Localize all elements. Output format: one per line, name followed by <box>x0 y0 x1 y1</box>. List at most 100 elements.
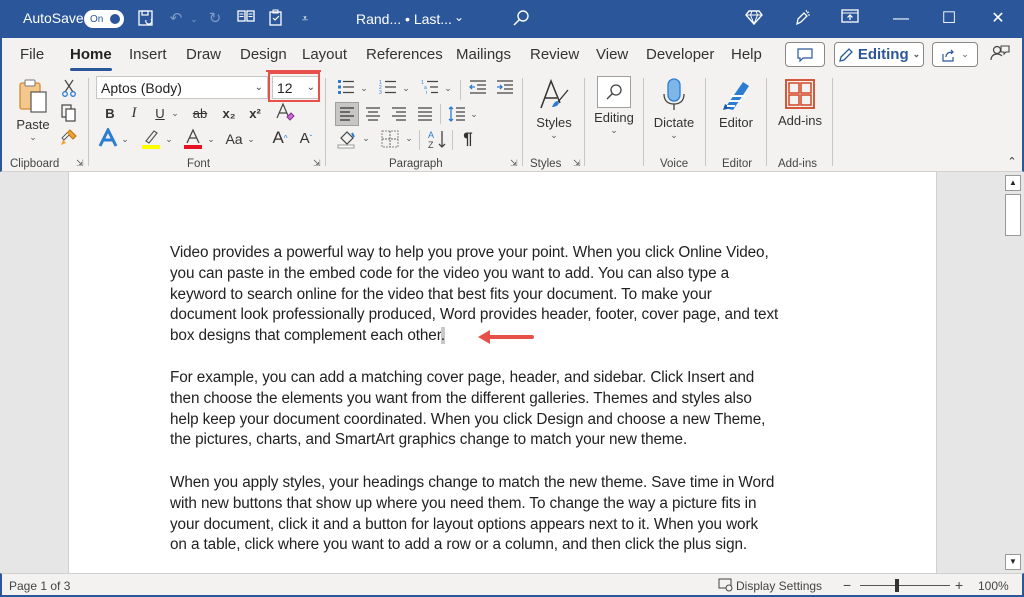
display-settings-icon[interactable] <box>718 578 734 595</box>
underline-dropdown-icon[interactable]: ⌄ <box>170 104 180 122</box>
pen-icon[interactable] <box>792 9 812 29</box>
zoom-in-button[interactable]: + <box>955 577 963 593</box>
format-painter-icon[interactable] <box>60 127 78 147</box>
chevron-down-icon[interactable]: ⌄ <box>361 130 371 146</box>
font-family-select[interactable]: Aptos (Body) ⌄ <box>96 76 268 99</box>
zoom-slider-track[interactable] <box>860 585 950 586</box>
shading-icon[interactable] <box>336 128 358 150</box>
maximize-button[interactable]: ☐ <box>926 0 972 38</box>
bullets-icon[interactable] <box>336 78 356 96</box>
tab-developer[interactable]: Developer <box>646 46 714 63</box>
customize-qat-icon[interactable]: ⩡ <box>295 9 315 29</box>
multilevel-list-icon[interactable]: 1ai <box>420 78 440 96</box>
increase-indent-icon[interactable] <box>495 78 515 96</box>
tab-mailings[interactable]: Mailings <box>456 46 511 63</box>
chevron-down-icon[interactable]: ⌄ <box>206 130 216 148</box>
close-button[interactable]: ✕ <box>975 0 1021 38</box>
font-launcher-icon[interactable]: ⇲ <box>313 158 321 169</box>
zoom-out-button[interactable]: − <box>843 577 851 593</box>
chevron-down-icon[interactable]: ⌄ <box>164 130 174 148</box>
ribbon-display-icon[interactable] <box>840 9 860 29</box>
comments-button[interactable] <box>785 42 825 67</box>
undo-dropdown-icon[interactable]: ⌄ <box>184 9 204 29</box>
align-right-button[interactable] <box>388 102 410 126</box>
document-title[interactable]: Rand... • Last... <box>356 11 452 27</box>
chevron-down-icon[interactable]: ⌄ <box>401 80 411 96</box>
chevron-down-icon[interactable]: ⌄ <box>359 80 369 96</box>
decrease-indent-icon[interactable] <box>468 78 488 96</box>
tab-draw[interactable]: Draw <box>186 46 221 63</box>
tab-layout[interactable]: Layout <box>302 46 347 63</box>
sort-icon[interactable]: AZ <box>426 128 448 150</box>
tab-review[interactable]: Review <box>530 46 579 63</box>
styles-button[interactable]: Styles ⌄ <box>530 78 578 141</box>
change-case-button[interactable]: Aa <box>222 130 246 148</box>
borders-icon[interactable] <box>379 128 401 150</box>
share-button[interactable]: ⌄ <box>932 42 978 67</box>
zoom-slider-thumb[interactable] <box>895 579 899 592</box>
chevron-down-icon[interactable]: ⌄ <box>469 106 479 122</box>
styles-launcher-icon[interactable]: ⇲ <box>573 158 581 169</box>
tab-help[interactable]: Help <box>731 46 762 63</box>
chevron-down-icon[interactable]: ⌄ <box>120 130 130 148</box>
tab-references[interactable]: References <box>366 46 443 63</box>
align-center-button[interactable] <box>362 102 384 126</box>
subscript-button[interactable]: x₂ <box>220 104 238 122</box>
chevron-down-icon[interactable]: ⌄ <box>246 130 256 148</box>
editing-button[interactable]: Editing ⌄ <box>590 76 638 136</box>
text-effects-icon[interactable] <box>98 128 118 148</box>
redo-icon[interactable]: ↻ <box>205 9 225 29</box>
paste-button[interactable]: Paste ⌄ <box>14 78 52 143</box>
scroll-down-button[interactable]: ▼ <box>1005 554 1021 570</box>
superscript-button[interactable]: x² <box>246 104 264 122</box>
scroll-thumb[interactable] <box>1005 194 1021 236</box>
tab-insert[interactable]: Insert <box>129 46 167 63</box>
tab-home[interactable]: Home <box>70 46 112 63</box>
undo-icon[interactable]: ↶ <box>166 9 186 29</box>
reading-mode-icon[interactable] <box>236 9 256 29</box>
autosave-toggle[interactable]: On <box>84 10 124 28</box>
search-icon[interactable] <box>511 9 531 29</box>
align-left-button[interactable] <box>335 102 359 126</box>
paragraph-3[interactable]: When you apply styles, your headings cha… <box>170 473 840 556</box>
chevron-down-icon[interactable]: ⌄ <box>443 80 453 96</box>
cut-icon[interactable] <box>60 78 78 98</box>
show-formatting-button[interactable]: ¶ <box>458 128 478 150</box>
title-chevron-icon[interactable]: ⌄ <box>454 10 464 24</box>
shrink-font-button[interactable]: Aˇ <box>296 128 316 148</box>
display-settings-button[interactable]: Display Settings <box>736 579 822 593</box>
collapse-ribbon-icon[interactable]: ⌃ <box>1004 154 1020 168</box>
tab-view[interactable]: View <box>596 46 628 63</box>
copy-icon[interactable] <box>60 103 78 123</box>
chevron-down-icon[interactable]: ⌄ <box>404 130 414 146</box>
editing-mode-button[interactable]: Editing ⌄ <box>834 42 924 67</box>
clipboard-launcher-icon[interactable]: ⇲ <box>76 158 84 169</box>
dictate-button[interactable]: Dictate ⌄ <box>650 78 698 141</box>
page-count[interactable]: Page 1 of 3 <box>9 579 70 593</box>
editor-button[interactable]: Editor <box>712 78 760 130</box>
addins-button[interactable]: Add-ins <box>774 78 826 128</box>
clear-formatting-icon[interactable] <box>274 102 296 122</box>
save-icon[interactable] <box>136 9 156 29</box>
bold-button[interactable]: B <box>102 104 118 122</box>
strikethrough-button[interactable]: ab <box>190 104 210 122</box>
grow-font-button[interactable]: A ^ <box>270 128 290 148</box>
italic-button[interactable]: I <box>126 104 142 122</box>
font-color-icon[interactable] <box>182 128 204 150</box>
minimize-button[interactable]: — <box>878 0 924 38</box>
paragraph-launcher-icon[interactable]: ⇲ <box>510 158 518 169</box>
zoom-level[interactable]: 100% <box>978 579 1009 593</box>
premium-diamond-icon[interactable] <box>744 9 764 29</box>
clipboard-check-icon[interactable] <box>266 9 286 29</box>
paragraph-2[interactable]: For example, you can add a matching cove… <box>170 368 840 451</box>
numbering-icon[interactable]: 123 <box>378 78 398 96</box>
scroll-up-button[interactable]: ▲ <box>1005 175 1021 191</box>
tab-design[interactable]: Design <box>240 46 287 63</box>
tab-file[interactable]: File <box>20 46 44 63</box>
underline-button[interactable]: U <box>152 104 168 122</box>
collaborate-icon[interactable] <box>990 44 1010 66</box>
highlight-color-icon[interactable] <box>140 128 162 150</box>
vertical-scrollbar[interactable]: ▲ ▼ <box>1004 172 1022 573</box>
justify-button[interactable] <box>414 102 436 126</box>
line-spacing-icon[interactable] <box>446 102 468 126</box>
